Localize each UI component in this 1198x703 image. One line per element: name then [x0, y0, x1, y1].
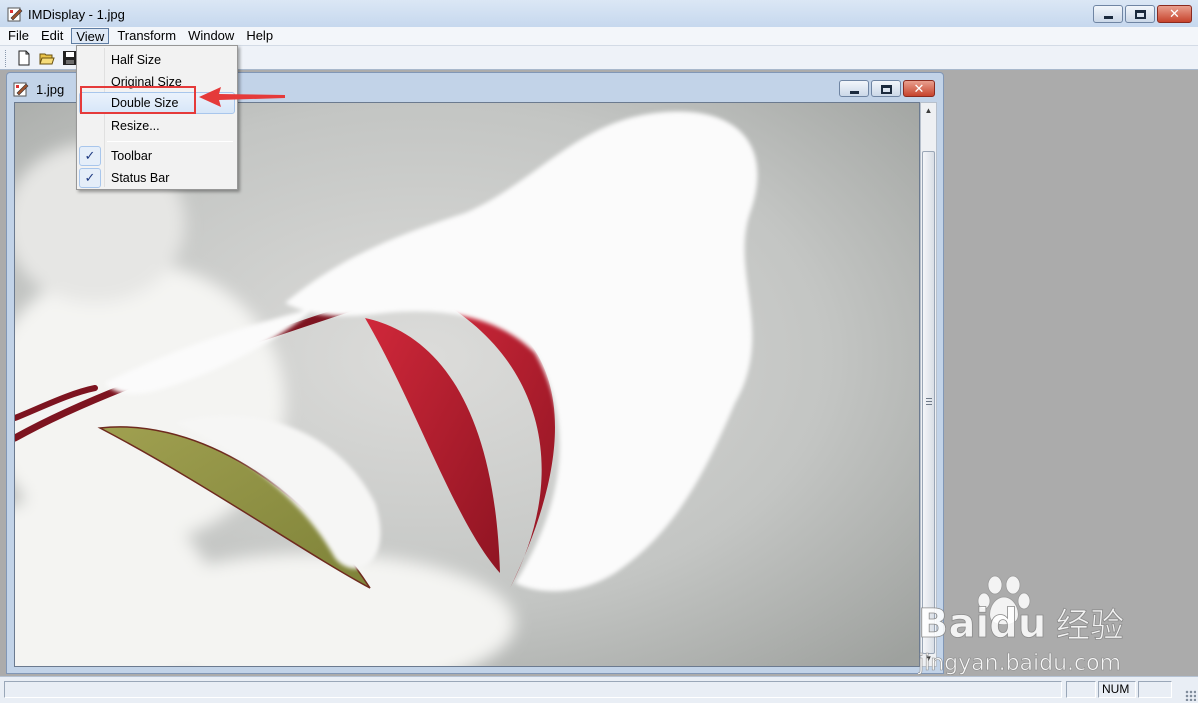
menu-item-status-bar[interactable]: Status Bar	[79, 167, 235, 189]
grip-icon	[926, 398, 932, 405]
menu-file[interactable]: File	[4, 28, 33, 44]
annotation-arrow-icon	[199, 87, 285, 107]
child-close-button[interactable]: ✕	[903, 80, 935, 97]
menu-item-resize[interactable]: Resize...	[79, 115, 235, 137]
menu-file-label: File	[8, 28, 29, 43]
menu-view-label: View	[76, 29, 105, 44]
menu-help[interactable]: Help	[242, 28, 277, 44]
maximize-button[interactable]	[1125, 5, 1155, 23]
close-button[interactable]: ✕	[1157, 5, 1192, 23]
child-restore-button[interactable]	[871, 80, 901, 97]
window-title: IMDisplay - 1.jpg	[28, 7, 125, 22]
toolbar-grip[interactable]	[5, 50, 8, 67]
maximize-icon	[1135, 10, 1146, 19]
scroll-up-arrow-icon[interactable]: ▲	[921, 103, 936, 118]
menu-window[interactable]: Window	[184, 28, 238, 44]
watermark-url: jingyan.baidu.com	[918, 651, 1121, 676]
restore-icon	[881, 85, 892, 94]
child-minimize-button[interactable]	[839, 80, 869, 97]
menu-item-label: Half Size	[111, 53, 162, 67]
menu-item-label: Toolbar	[111, 149, 152, 163]
menu-item-toolbar[interactable]: Toolbar	[79, 145, 235, 167]
status-text	[4, 681, 1062, 698]
menu-view[interactable]: View	[71, 28, 110, 44]
menu-transform-label: Transform	[117, 28, 177, 43]
menu-item-label: Resize...	[111, 119, 160, 133]
document-icon	[13, 82, 29, 97]
check-icon: ✓	[79, 146, 101, 166]
menu-separator	[107, 141, 233, 142]
minimize-icon	[850, 91, 859, 94]
status-bar: NUM	[0, 676, 1198, 703]
menu-edit-label: Edit	[40, 28, 64, 43]
baidu-watermark: Baidu 经验 jingyan.baidu.com	[918, 575, 1124, 676]
menu-bar: File Edit View Transform Window Help	[0, 27, 1198, 45]
close-icon: ✕	[913, 81, 925, 96]
close-icon: ✕	[1169, 6, 1180, 21]
resize-grip-icon[interactable]	[1185, 690, 1196, 701]
status-indicator-scroll	[1138, 681, 1172, 698]
window-controls: ✕	[1093, 5, 1192, 23]
window-titlebar[interactable]: IMDisplay - 1.jpg ✕	[0, 0, 1198, 28]
new-icon[interactable]	[16, 50, 32, 66]
check-icon: ✓	[79, 168, 101, 188]
child-window-controls: ✕	[839, 80, 935, 97]
annotation-highlight-box	[80, 86, 196, 114]
minimize-button[interactable]	[1093, 5, 1123, 23]
menu-window-label: Window	[188, 28, 235, 43]
menu-transform[interactable]: Transform	[113, 28, 180, 44]
app-icon	[7, 7, 23, 22]
watermark-brand: Baidu	[918, 601, 1046, 647]
menu-edit[interactable]: Edit	[37, 28, 67, 44]
status-indicator-num: NUM	[1098, 681, 1136, 698]
menu-item-half-size[interactable]: Half Size	[79, 49, 235, 71]
menu-item-label: Status Bar	[111, 171, 170, 185]
child-title: 1.jpg	[36, 82, 65, 97]
minimize-icon	[1104, 16, 1113, 19]
view-menu-dropdown: Half Size Original Size Double Size Resi…	[76, 45, 238, 190]
watermark-brand-cn: 经验	[1056, 606, 1124, 646]
menu-help-label: Help	[246, 28, 274, 43]
open-icon[interactable]	[39, 50, 55, 66]
status-indicator-caps	[1066, 681, 1096, 698]
